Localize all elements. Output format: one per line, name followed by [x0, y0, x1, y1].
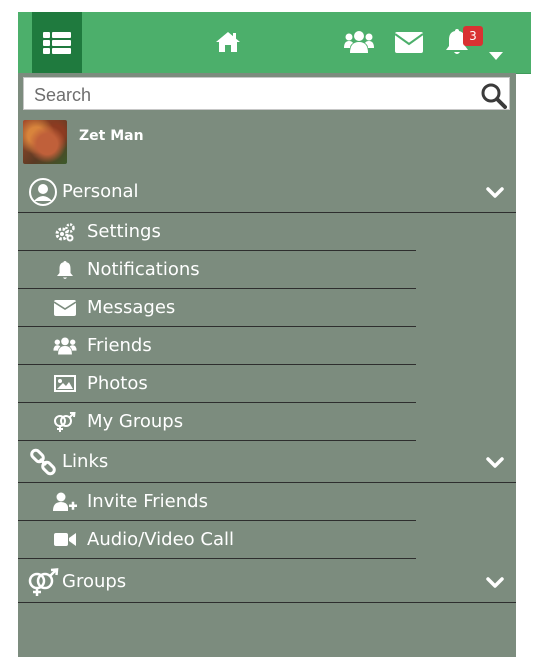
list-icon	[43, 31, 71, 54]
image-icon	[53, 375, 77, 392]
bell-icon	[53, 260, 77, 280]
venus-mars-icon	[53, 411, 77, 432]
section-links[interactable]: Links	[18, 441, 516, 483]
sidebar-item-settings[interactable]: Settings	[18, 213, 416, 251]
notification-count-badge: 3	[463, 26, 483, 46]
chevron-down-icon[interactable]	[486, 184, 504, 203]
sidebar-item-friends[interactable]: Friends	[18, 327, 416, 365]
sidebar-item-invite-friends[interactable]: Invite Friends	[18, 483, 416, 521]
sidebar-item-label: Settings	[87, 221, 161, 242]
menu-toggle-button[interactable]	[32, 12, 82, 73]
search-box	[23, 77, 510, 110]
users-icon	[344, 31, 374, 53]
section-groups[interactable]: Groups	[18, 561, 516, 603]
user-name[interactable]: Zet Man	[79, 128, 144, 144]
top-navbar: 3	[18, 12, 531, 74]
sidebar-item-photos[interactable]: Photos	[18, 365, 416, 403]
video-icon	[53, 532, 77, 547]
home-icon	[216, 32, 240, 52]
friends-button[interactable]	[344, 29, 374, 55]
users-icon	[53, 336, 77, 356]
venus-mars-icon	[24, 567, 62, 596]
messages-button[interactable]	[395, 32, 423, 53]
section-personal[interactable]: Personal	[18, 171, 516, 213]
sidebar-item-label: Photos	[87, 373, 148, 394]
gears-icon	[53, 222, 77, 242]
search-input[interactable]	[32, 82, 476, 108]
app-window: 3 Zet Man	[18, 12, 531, 657]
link-icon	[24, 448, 62, 476]
sidebar-item-label: Invite Friends	[87, 491, 208, 512]
user-circle-icon	[24, 177, 62, 206]
sidebar-item-label: My Groups	[87, 411, 184, 432]
avatar[interactable]	[23, 120, 67, 164]
caret-down-icon	[489, 52, 503, 60]
section-groups-label: Groups	[62, 571, 127, 592]
sidebar-item-notifications[interactable]: Notifications	[18, 251, 416, 289]
sidebar-item-label: Friends	[87, 335, 152, 356]
sidebar-item-label: Audio/Video Call	[87, 529, 234, 550]
section-links-label: Links	[62, 451, 109, 472]
search-icon	[481, 83, 507, 109]
envelope-icon	[53, 299, 77, 316]
sidebar-item-audio-video-call[interactable]: Audio/Video Call	[18, 521, 416, 559]
sidebar: Zet Man Personal	[18, 73, 516, 657]
sidebar-item-my-groups[interactable]: My Groups	[18, 403, 416, 441]
sidebar-item-messages[interactable]: Messages	[18, 289, 416, 327]
envelope-icon	[395, 32, 423, 53]
sidebar-item-label: Messages	[87, 297, 176, 318]
section-personal-label: Personal	[62, 181, 139, 202]
chevron-down-icon[interactable]	[486, 454, 504, 473]
home-button[interactable]	[215, 31, 241, 53]
user-plus-icon	[53, 492, 77, 512]
account-dropdown-button[interactable]	[489, 45, 503, 64]
sidebar-item-label: Notifications	[87, 259, 200, 280]
search-button[interactable]	[481, 83, 507, 113]
chevron-down-icon[interactable]	[486, 574, 504, 593]
